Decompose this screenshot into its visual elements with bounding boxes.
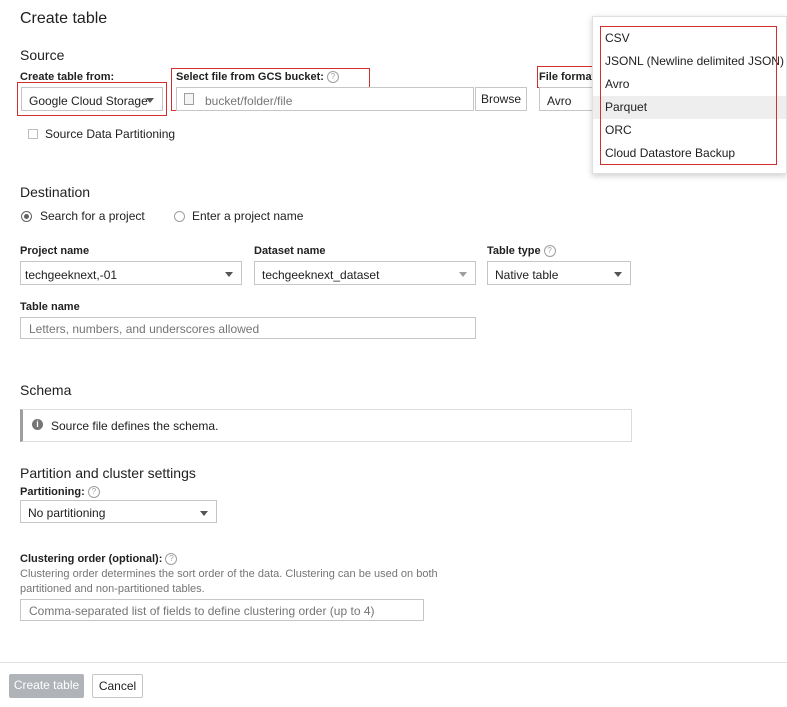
project-select[interactable]: techgeeknext,-01	[20, 261, 242, 285]
table-name-input[interactable]: Letters, numbers, and underscores allowe…	[20, 317, 476, 339]
source-partitioning-checkbox[interactable]	[28, 129, 38, 139]
table-type-label: Table type ?	[487, 245, 556, 258]
cancel-button[interactable]: Cancel	[92, 674, 143, 698]
clustering-placeholder: Comma-separated list of fields to define…	[29, 604, 375, 618]
chevron-down-icon	[614, 272, 622, 277]
table-name-placeholder: Letters, numbers, and underscores allowe…	[29, 322, 260, 336]
gcs-label: Select file from GCS bucket: ?	[176, 71, 339, 84]
page-title: Create table	[20, 10, 108, 27]
browse-button[interactable]: Browse	[475, 87, 527, 111]
radio-enter-label: Enter a project name	[192, 209, 304, 223]
info-icon: i	[32, 419, 43, 430]
create-from-value: Google Cloud Storage	[29, 94, 148, 108]
format-menu-highlight	[600, 26, 777, 165]
partition-heading: Partition and cluster settings	[20, 465, 196, 481]
chevron-down-icon	[459, 272, 467, 277]
project-value: techgeeknext,-01	[25, 268, 118, 282]
clustering-desc-line1: Clustering order determines the sort ord…	[20, 568, 438, 580]
clustering-input[interactable]: Comma-separated list of fields to define…	[20, 599, 424, 621]
clustering-label: Clustering order (optional): ?	[20, 553, 178, 566]
chevron-down-icon	[146, 98, 154, 103]
schema-info-banner: i Source file defines the schema.	[20, 409, 632, 442]
source-partitioning-label: Source Data Partitioning	[45, 127, 176, 141]
radio-search-project[interactable]	[21, 211, 32, 222]
file-format-label: File format:	[539, 71, 599, 83]
project-name-label: Project name	[20, 245, 90, 257]
footer-divider	[0, 662, 787, 663]
dataset-value: techgeeknext_dataset	[262, 268, 380, 282]
table-name-label: Table name	[20, 301, 80, 313]
help-icon[interactable]: ?	[543, 245, 556, 258]
partitioning-label: Partitioning: ?	[20, 486, 100, 499]
table-type-select[interactable]: Native table	[487, 261, 631, 285]
help-icon[interactable]: ?	[165, 553, 178, 566]
partitioning-value: No partitioning	[28, 506, 106, 520]
dataset-name-label: Dataset name	[254, 245, 326, 257]
help-icon[interactable]: ?	[87, 486, 100, 499]
file-format-value: Avro	[547, 94, 572, 108]
schema-heading: Schema	[20, 382, 72, 398]
table-type-value: Native table	[495, 268, 559, 282]
chevron-down-icon	[200, 511, 208, 516]
file-format-select[interactable]: Avro	[539, 87, 597, 111]
source-heading: Source	[20, 47, 65, 63]
help-icon[interactable]: ?	[327, 71, 339, 84]
destination-heading: Destination	[20, 184, 91, 200]
create-table-button[interactable]: Create table	[9, 674, 84, 698]
gcs-placeholder: bucket/folder/file	[205, 94, 293, 108]
radio-enter-project[interactable]	[174, 211, 185, 222]
chevron-down-icon	[225, 272, 233, 277]
dataset-select[interactable]: techgeeknext_dataset	[254, 261, 476, 285]
clustering-desc-line2: partitioned and non-partitioned tables.	[20, 583, 205, 595]
create-from-select[interactable]: Google Cloud Storage	[21, 87, 163, 111]
schema-info-text: Source file defines the schema.	[51, 419, 219, 433]
gcs-path-input[interactable]: bucket/folder/file	[176, 87, 474, 111]
radio-search-label: Search for a project	[40, 209, 145, 223]
partitioning-select[interactable]: No partitioning	[20, 500, 217, 523]
file-icon	[184, 93, 194, 105]
